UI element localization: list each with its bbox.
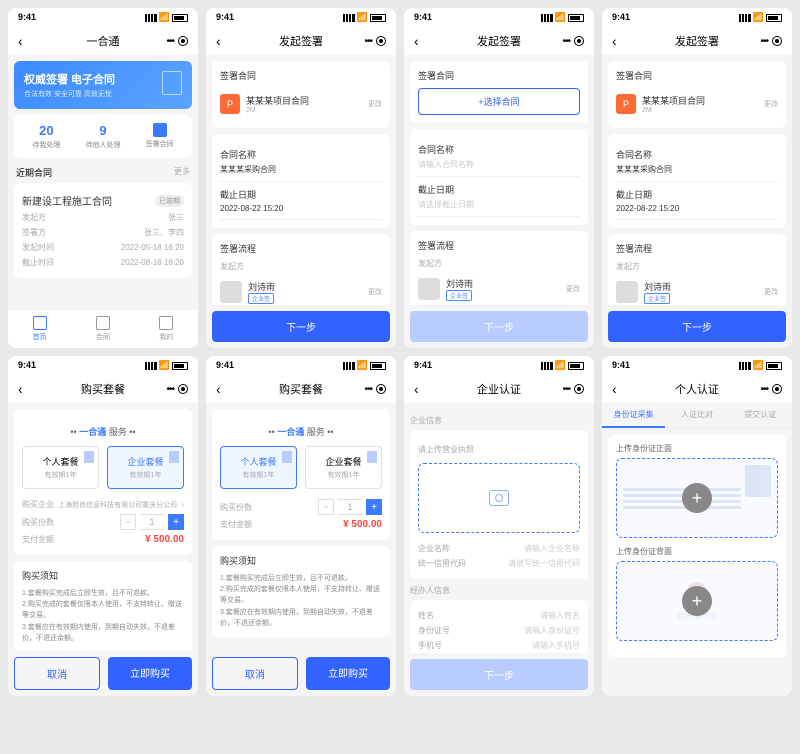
pdf-icon: P <box>220 94 240 114</box>
back-icon[interactable]: ‹ <box>414 33 419 49</box>
name-input[interactable]: 请输入姓名 <box>540 610 580 621</box>
screen-initiate-filled: 9:41📶 ‹ 发起签署 ••• 签署合同 P 某某某项目合同2M 更改 合同名… <box>206 8 396 348</box>
upload-id-front[interactable]: + <box>616 458 778 538</box>
home-icon <box>33 316 47 330</box>
company-name-input[interactable]: 请输入企业名称 <box>524 543 580 554</box>
tab-home[interactable]: 首页 <box>8 316 71 342</box>
back-icon[interactable]: ‹ <box>612 33 617 49</box>
contract-card[interactable]: 新建设工程施工合同已逾期 发起方张三 签署方张三、李四 发起时间2022-05-… <box>14 183 192 278</box>
plan-enterprise[interactable]: 企业套餐有效期1年 <box>305 446 382 489</box>
upload-id-back[interactable]: 居民身份证 + <box>616 561 778 641</box>
stat-pending-me[interactable]: 20 待我处理 <box>18 123 75 150</box>
shield-icon <box>162 71 182 95</box>
id-input[interactable]: 请输入身份证号 <box>524 625 580 636</box>
cancel-button[interactable]: 取消 <box>14 657 100 690</box>
section-title: 近期合同 <box>16 166 52 179</box>
chevron-right-icon[interactable]: › <box>181 500 184 509</box>
back-icon[interactable]: ‹ <box>18 381 23 397</box>
next-button[interactable]: 下一步 <box>608 311 786 342</box>
status-badge: 已逾期 <box>155 195 184 207</box>
plus-icon: + <box>682 586 712 616</box>
target-icon[interactable] <box>178 36 188 46</box>
nav-bar: ‹ 一合通 ••• <box>8 27 198 55</box>
hero-subtitle: 合法有效 安全可靠 高效无忧 <box>24 89 182 99</box>
page-title: 发起签署 <box>477 33 521 49</box>
page-title: 购买套餐 <box>279 381 323 397</box>
quantity-stepper[interactable]: -1+ <box>318 499 382 515</box>
contract-name-input[interactable]: 某某某采购合同 <box>220 164 382 175</box>
step-1[interactable]: 身份证采集 <box>602 403 665 428</box>
change-button[interactable]: 更改 <box>368 99 382 109</box>
tab-contracts[interactable]: 合同 <box>71 316 134 342</box>
hero-banner: 权威签署 电子合同 合法有效 安全可靠 高效无忧 <box>14 61 192 109</box>
user-icon <box>159 316 173 330</box>
next-button[interactable]: 下一步 <box>410 659 588 690</box>
page-title: 购买套餐 <box>81 381 125 397</box>
back-icon[interactable]: ‹ <box>216 33 221 49</box>
screen-enterprise-auth: 9:41📶 ‹ 企业认证 ••• 企业信息 请上传营业执照 企业名称请输入企业名… <box>404 356 594 696</box>
page-title: 一合通 <box>87 33 120 49</box>
page-title: 个人认证 <box>675 381 719 397</box>
screen-initiate-enterprise: 9:41📶 ‹ 发起签署 ••• 签署合同 P 某某某项目合同2M 更改 合同名… <box>602 8 792 348</box>
page-title: 发起签署 <box>279 33 323 49</box>
hero-title: 权威签署 电子合同 <box>24 71 182 87</box>
next-button[interactable]: 下一步 <box>410 311 588 342</box>
buy-button[interactable]: 立即购买 <box>108 657 192 690</box>
contract-name-input[interactable]: 请输入合同名称 <box>418 159 580 170</box>
document-icon <box>96 316 110 330</box>
stats-row: 20 待我处理 9 待他人处理 签署合同 <box>14 115 192 158</box>
step-2[interactable]: 人证比对 <box>665 403 728 428</box>
back-icon[interactable]: ‹ <box>612 381 617 397</box>
buy-button[interactable]: 立即购买 <box>306 657 390 690</box>
tab-mine[interactable]: 我的 <box>135 316 198 342</box>
next-button[interactable]: 下一步 <box>212 311 390 342</box>
page-title: 企业认证 <box>477 381 521 397</box>
more-link[interactable]: 更多 <box>174 166 190 179</box>
stat-sign[interactable]: 签署合同 <box>131 123 188 150</box>
phone-input[interactable]: 请输入手机号 <box>532 640 580 651</box>
select-contract-button[interactable]: +选择合同 <box>418 88 580 115</box>
plan-personal[interactable]: 个人套餐有效期1年 <box>22 446 99 489</box>
back-icon[interactable]: ‹ <box>414 381 419 397</box>
deadline-input[interactable]: 2022-08-22 15:20 <box>220 204 382 213</box>
time: 9:41 <box>18 12 36 23</box>
document-item[interactable]: P 某某某项目合同2M 更改 <box>220 88 382 120</box>
upload-license[interactable] <box>418 463 580 533</box>
tab-bar: 首页 合同 我的 <box>8 310 198 348</box>
screen-home: 9:41 📶 ‹ 一合通 ••• 权威签署 电子合同 合法有效 安全可靠 高效无… <box>8 8 198 348</box>
portrait-icon <box>745 465 771 497</box>
avatar <box>220 281 242 303</box>
stat-pending-others[interactable]: 9 待他人处理 <box>75 123 132 150</box>
screen-personal-auth: 9:41📶 ‹ 个人认证 ••• 身份证采集 人证比对 提交认证 上传身份证正面… <box>602 356 792 696</box>
minus-button[interactable]: - <box>120 514 136 530</box>
back-icon[interactable]: ‹ <box>216 381 221 397</box>
credit-code-input[interactable]: 请填写统一信用代码 <box>508 558 580 569</box>
document-icon <box>153 123 167 137</box>
camera-icon <box>489 490 509 506</box>
page-title: 发起签署 <box>675 33 719 49</box>
screen-purchase-personal: 9:41📶 ‹ 购买套餐 ••• •• 一合通 服务 •• 个人套餐有效期1年 … <box>206 356 396 696</box>
screen-initiate-empty: 9:41📶 ‹ 发起签署 ••• 签署合同 +选择合同 合同名称请输入合同名称 … <box>404 8 594 348</box>
quantity-stepper[interactable]: -1+ <box>120 514 184 530</box>
plus-button[interactable]: + <box>168 514 184 530</box>
price: ¥ 500.00 <box>145 534 184 545</box>
plus-icon: + <box>682 483 712 513</box>
cancel-button[interactable]: 取消 <box>212 657 298 690</box>
plan-enterprise[interactable]: 企业套餐有效期1年 <box>107 446 184 489</box>
signer-item: 刘诗雨企业签 更改 <box>220 276 382 305</box>
step-3[interactable]: 提交认证 <box>729 403 792 428</box>
pdf-icon: P <box>616 94 636 114</box>
plan-personal[interactable]: 个人套餐有效期1年 <box>220 446 297 489</box>
back-icon[interactable]: ‹ <box>18 33 23 49</box>
avatar <box>418 278 440 300</box>
deadline-input[interactable]: 请选择截止日期 <box>418 199 580 210</box>
screen-purchase-enterprise: 9:41📶 ‹ 购买套餐 ••• •• 一合通 服务 •• 个人套餐有效期1年 … <box>8 356 198 696</box>
menu-icon[interactable]: ••• <box>166 36 174 47</box>
step-tabs: 身份证采集 人证比对 提交认证 <box>602 403 792 429</box>
status-bar: 9:41 📶 <box>8 8 198 27</box>
